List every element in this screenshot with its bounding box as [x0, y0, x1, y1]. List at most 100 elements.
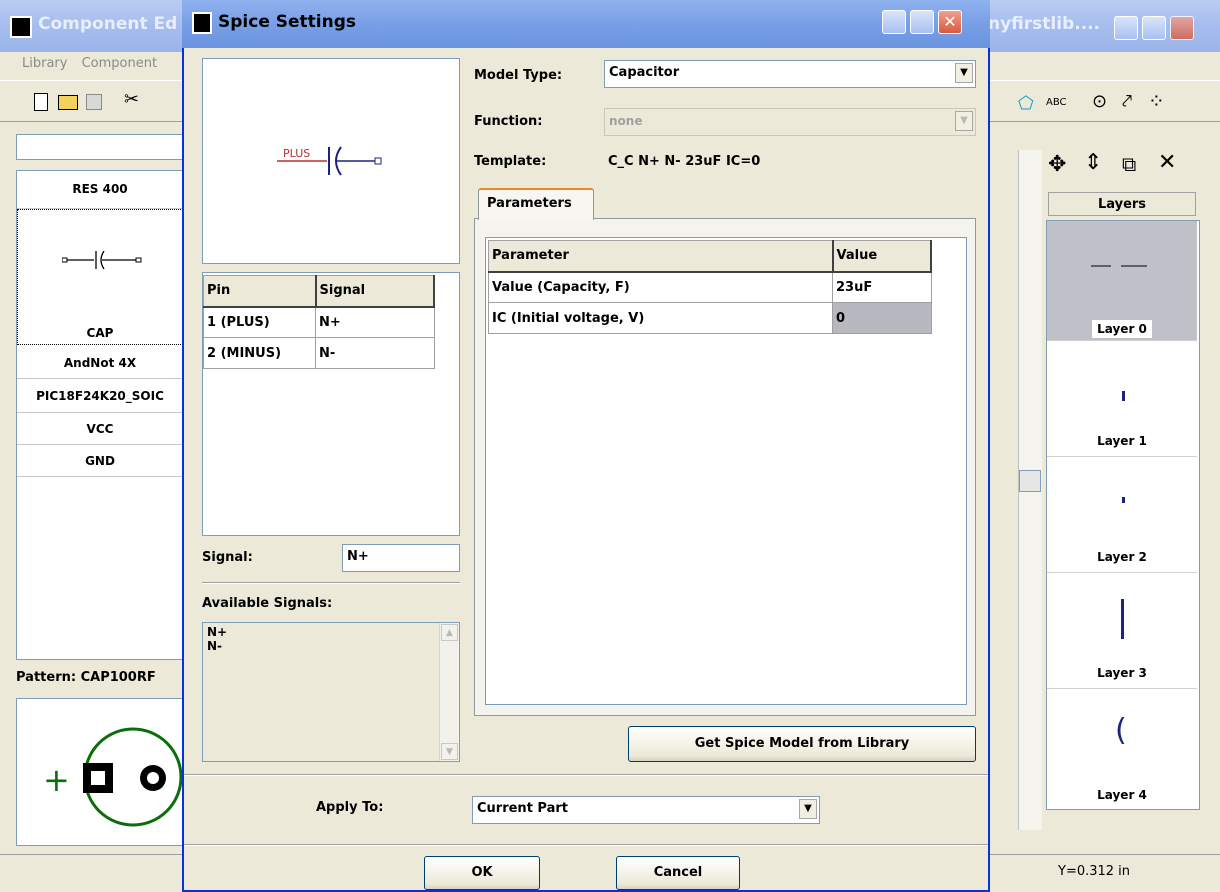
- save-icon[interactable]: [86, 94, 102, 110]
- signal-label: Signal:: [202, 550, 253, 565]
- move-icon[interactable]: ✥: [1048, 152, 1066, 177]
- canvas-scrollbar[interactable]: [1018, 150, 1042, 830]
- cancel-button[interactable]: Cancel: [616, 856, 740, 890]
- close-button[interactable]: [1170, 16, 1194, 40]
- minimize-button[interactable]: [1114, 16, 1138, 40]
- chevron-down-icon[interactable]: ▼: [799, 799, 817, 819]
- function-select[interactable]: none ▼: [604, 108, 976, 136]
- signal-input[interactable]: N+: [342, 544, 460, 572]
- param-name-cell[interactable]: IC (Initial voltage, V): [488, 302, 833, 334]
- divider: [184, 774, 988, 776]
- layer-item[interactable]: ( Layer 4: [1047, 689, 1197, 809]
- layer-1-preview: [1122, 391, 1125, 401]
- param-name-cell[interactable]: Value (Capacity, F): [488, 271, 833, 303]
- chevron-down-icon[interactable]: ▼: [955, 63, 973, 83]
- divider: [202, 582, 460, 584]
- menu-library[interactable]: Library: [22, 56, 67, 71]
- get-spice-model-button[interactable]: Get Spice Model from Library: [628, 726, 976, 762]
- scroll-thumb[interactable]: [1019, 470, 1041, 492]
- pin-cell[interactable]: 2 (MINUS): [203, 337, 316, 369]
- tab-parameters[interactable]: Parameters: [478, 188, 594, 220]
- shape-icon[interactable]: ⬠: [1018, 93, 1034, 114]
- new-icon[interactable]: [34, 93, 48, 111]
- layers-header: Layers: [1048, 192, 1196, 216]
- params-table: Parameter Value Value (Capacity, F) 23uF…: [488, 240, 932, 334]
- signal-cell[interactable]: N+: [315, 306, 435, 338]
- list-item-label: RES 400: [72, 182, 128, 196]
- list-item[interactable]: N+: [207, 625, 455, 639]
- pins-header-signal[interactable]: Signal: [315, 275, 435, 308]
- list-item[interactable]: RES 400: [17, 171, 183, 209]
- ok-button[interactable]: OK: [424, 856, 540, 890]
- component-list: RES 400 CAP AndNot 4X PIC18F24K20_SOIC V…: [16, 170, 186, 660]
- template-label: Template:: [474, 154, 547, 169]
- signal-cell[interactable]: N-: [315, 337, 435, 369]
- table-row-selected[interactable]: IC (Initial voltage, V) 0: [488, 302, 932, 334]
- table-row[interactable]: 1 (PLUS) N+: [203, 306, 435, 338]
- dialog-minimize-button[interactable]: [882, 10, 906, 34]
- scrollbar[interactable]: ▲ ▼: [439, 623, 459, 761]
- search-field[interactable]: [16, 134, 186, 160]
- select-icon[interactable]: ⧉: [1122, 152, 1136, 176]
- capacitor-preview: PLUS: [277, 146, 382, 176]
- list-item-label: CAP: [86, 326, 114, 340]
- menu-component[interactable]: Component: [82, 56, 157, 71]
- layer-item[interactable]: Layer 3: [1047, 573, 1197, 689]
- divider: [184, 844, 988, 846]
- param-value-cell[interactable]: 23uF: [832, 271, 932, 303]
- table-row[interactable]: Value (Capacity, F) 23uF: [488, 271, 932, 303]
- params-header-parameter[interactable]: Parameter: [488, 240, 834, 273]
- layer-label: Layer 1: [1097, 434, 1147, 448]
- table-row[interactable]: 2 (MINUS) N-: [203, 337, 435, 369]
- updown-icon[interactable]: ⇕: [1084, 150, 1102, 175]
- model-type-label: Model Type:: [474, 68, 563, 83]
- list-item[interactable]: GND: [17, 445, 183, 477]
- pin-icon[interactable]: ⊙: [1092, 91, 1107, 112]
- status-coord: Y=0.312 in: [1058, 864, 1131, 879]
- scroll-down-icon[interactable]: ▼: [441, 743, 458, 760]
- list-item[interactable]: PIC18F24K20_SOIC: [17, 379, 183, 413]
- list-item-selected[interactable]: CAP: [17, 209, 183, 345]
- pins-header-pin[interactable]: Pin: [203, 275, 317, 308]
- list-item[interactable]: N-: [207, 639, 455, 653]
- cut-icon[interactable]: ✂: [124, 89, 139, 110]
- apply-to-select[interactable]: Current Part ▼: [472, 796, 820, 824]
- list-item[interactable]: AndNot 4X: [17, 347, 183, 379]
- capacitor-symbol: [62, 250, 142, 270]
- layer-item[interactable]: Layer 1: [1047, 341, 1197, 457]
- open-icon[interactable]: [58, 95, 78, 110]
- pins-table-panel: Pin Signal 1 (PLUS) N+ 2 (MINUS) N-: [202, 272, 460, 536]
- layer-0-preview: [1091, 265, 1147, 267]
- available-signals-list[interactable]: N+ N- ▲ ▼: [202, 622, 460, 762]
- list-item[interactable]: VCC: [17, 413, 183, 445]
- dialog-maximize-button[interactable]: [910, 10, 934, 34]
- wire-icon[interactable]: ⤤: [1122, 91, 1132, 112]
- text-icon[interactable]: ABC: [1046, 97, 1067, 108]
- layer-item[interactable]: Layer 2: [1047, 457, 1197, 573]
- list-item-label: VCC: [86, 422, 114, 436]
- model-type-value: Capacitor: [609, 65, 680, 80]
- layer-4-preview: (: [1115, 713, 1127, 748]
- layer-2-preview: [1122, 497, 1125, 503]
- params-header-value[interactable]: Value: [832, 240, 932, 273]
- layer-3-preview: [1121, 599, 1124, 639]
- pin-cell[interactable]: 1 (PLUS): [203, 306, 316, 338]
- model-type-select[interactable]: Capacitor ▼: [604, 60, 976, 88]
- layer-label: Layer 2: [1097, 550, 1147, 564]
- pins-table: Pin Signal 1 (PLUS) N+ 2 (MINUS) N-: [203, 275, 435, 369]
- scroll-up-icon[interactable]: ▲: [441, 624, 458, 641]
- pattern-label: Pattern: CAP100RF: [16, 670, 156, 685]
- symbol-preview: PLUS: [202, 58, 460, 264]
- editor-title-right: nyfirstlib....: [988, 14, 1101, 34]
- param-value-cell[interactable]: 0: [832, 302, 932, 334]
- delete-icon[interactable]: ✕: [1158, 150, 1176, 175]
- dialog-close-button[interactable]: ✕: [938, 10, 962, 34]
- layer-item-selected[interactable]: Layer 0: [1047, 221, 1197, 341]
- function-value: none: [609, 114, 643, 128]
- grid-icon[interactable]: ⁘: [1148, 89, 1165, 113]
- editor-title: Component Ed: [38, 14, 178, 34]
- dialog-titlebar: Spice Settings ✕: [182, 0, 990, 48]
- dialog-app-icon: [192, 12, 212, 34]
- maximize-button[interactable]: [1142, 16, 1166, 40]
- available-signals-label: Available Signals:: [202, 596, 333, 611]
